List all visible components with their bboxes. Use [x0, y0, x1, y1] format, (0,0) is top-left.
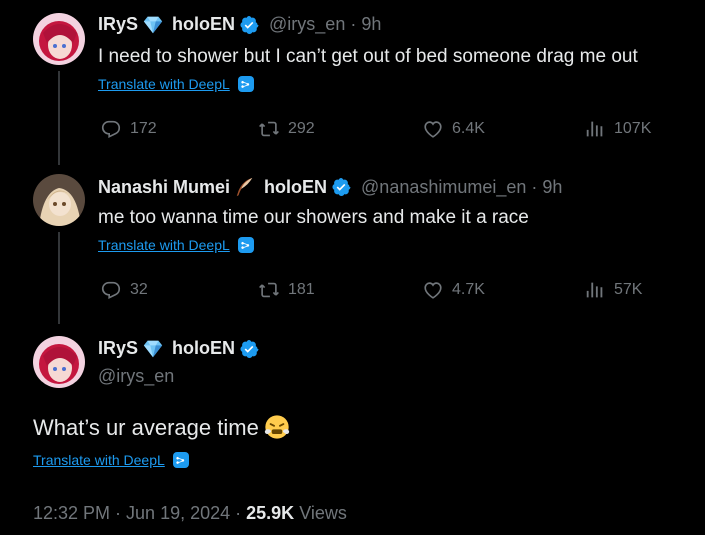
avatar-irys[interactable]: [33, 13, 85, 65]
author-handle-time[interactable]: @irys_en · 9h: [269, 14, 381, 35]
like-count: 6.4K: [452, 120, 485, 137]
quill-emoji-icon: [236, 177, 253, 197]
author-name-suffix[interactable]: holoEN: [264, 177, 327, 198]
avatar-irys[interactable]: [33, 336, 85, 388]
translate-label: Translate with DeepL: [98, 76, 230, 92]
author-handle-time[interactable]: @nanashimumei_en · 9h: [361, 177, 562, 198]
like-button[interactable]: 6.4K: [422, 118, 485, 140]
translate-link[interactable]: Translate with DeepL: [98, 237, 254, 253]
deepl-icon: [237, 237, 254, 253]
tweet-metadata: 12:32 PM · Jun 19, 2024 · 25.9K Views: [33, 503, 347, 524]
author-name[interactable]: Nanashi Mumei: [98, 177, 230, 198]
views-label: Views: [299, 503, 347, 523]
steam-from-nose-emoji-icon: [263, 414, 290, 440]
like-button[interactable]: 4.7K: [422, 279, 485, 301]
repost-count: 292: [288, 120, 315, 137]
views-button[interactable]: 107K: [584, 118, 651, 140]
views-count: 107K: [614, 120, 652, 137]
verified-badge-icon: [239, 339, 259, 359]
views-count: 57K: [614, 281, 643, 298]
views-icon: [584, 279, 606, 301]
views-icon: [584, 118, 606, 140]
reply-icon: [100, 118, 122, 140]
reply-button[interactable]: 32: [100, 279, 148, 301]
translate-link[interactable]: Translate with DeepL: [98, 76, 254, 92]
reply-icon: [100, 279, 122, 301]
repost-button[interactable]: 292: [258, 118, 315, 140]
translate-link[interactable]: Translate with DeepL: [33, 452, 189, 468]
author-name[interactable]: IRyS: [98, 14, 138, 35]
heart-icon: [422, 118, 444, 140]
deepl-icon: [237, 76, 254, 92]
like-count: 4.7K: [452, 281, 485, 298]
gem-emoji-icon: [143, 16, 163, 33]
heart-icon: [422, 279, 444, 301]
reply-count: 32: [130, 281, 148, 298]
reply-button[interactable]: 172: [100, 118, 157, 140]
main-tweet-text: What’s ur average time: [33, 415, 259, 440]
verified-badge-icon: [239, 15, 259, 35]
timestamp[interactable]: 12:32 PM · Jun 19, 2024 ·: [33, 503, 246, 523]
deepl-icon: [172, 452, 189, 468]
repost-icon: [258, 279, 280, 301]
verified-badge-icon: [331, 177, 351, 197]
gem-emoji-icon: [143, 340, 163, 357]
author-name-suffix[interactable]: holoEN: [172, 338, 235, 359]
thread-line: [58, 71, 60, 165]
repost-count: 181: [288, 281, 315, 298]
author-name[interactable]: IRyS: [98, 338, 138, 359]
author-handle[interactable]: @irys_en: [98, 366, 174, 387]
translate-label: Translate with DeepL: [33, 452, 165, 468]
translate-label: Translate with DeepL: [98, 237, 230, 253]
repost-button[interactable]: 181: [258, 279, 315, 301]
thread-line: [58, 232, 60, 324]
views-count: 25.9K: [246, 503, 295, 523]
tweet-text: me too wanna time our showers and make i…: [98, 207, 529, 228]
repost-icon: [258, 118, 280, 140]
reply-count: 172: [130, 120, 157, 137]
author-name-suffix[interactable]: holoEN: [172, 14, 235, 35]
tweet-text: I need to shower but I can’t get out of …: [98, 46, 638, 67]
views-button[interactable]: 57K: [584, 279, 642, 301]
avatar-mumei[interactable]: [33, 174, 85, 226]
